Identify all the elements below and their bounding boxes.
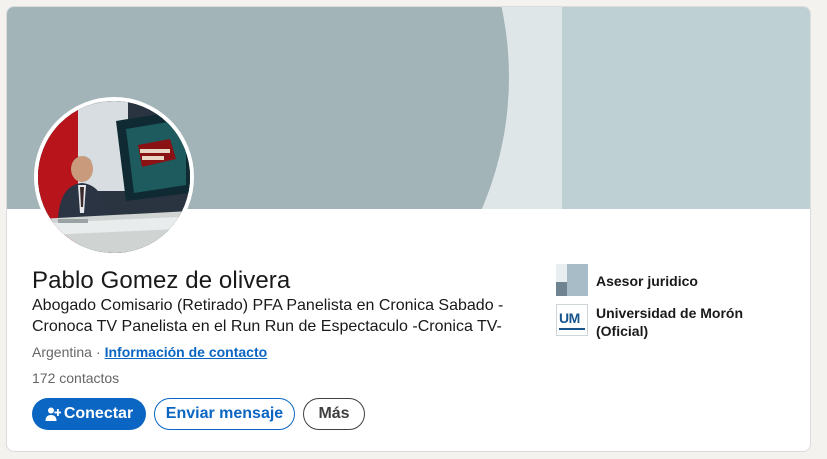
connections-count[interactable]: 172 contactos — [32, 370, 119, 386]
position-title: Asesor juridico — [596, 273, 698, 289]
separator-dot: · — [95, 344, 101, 360]
connect-button[interactable]: Conectar — [32, 398, 146, 430]
current-position[interactable]: Asesor juridico — [556, 264, 698, 296]
add-person-icon — [45, 406, 62, 422]
headline-line: Cronoca TV Panelista en el Run Run de Es… — [32, 318, 502, 335]
profile-name: Pablo Gomez de olivera — [32, 267, 291, 294]
university-logo: UM — [556, 304, 588, 336]
company-logo — [556, 264, 588, 296]
avatar-photo — [38, 101, 190, 253]
school-name-line: Universidad de Morón — [596, 305, 744, 321]
school-name-line: (Oficial) — [596, 323, 649, 339]
profile-headline: Abogado Comisario (Retirado) PFA Panelis… — [32, 295, 512, 337]
contact-info-link[interactable]: Información de contacto — [105, 344, 268, 360]
more-label: Más — [318, 405, 350, 422]
location-row: Argentina · Información de contacto — [32, 344, 267, 360]
message-label: Enviar mensaje — [165, 405, 284, 422]
location-text: Argentina — [32, 344, 92, 360]
more-actions-button[interactable]: Más — [303, 398, 365, 430]
education-item[interactable]: UM Universidad de Morón (Oficial) — [556, 304, 743, 340]
school-name: Universidad de Morón (Oficial) — [596, 304, 743, 340]
profile-card: Pablo Gomez de olivera Abogado Comisario… — [6, 6, 811, 452]
profile-avatar[interactable] — [34, 97, 194, 257]
headline-line: Abogado Comisario (Retirado) PFA Panelis… — [32, 297, 504, 314]
connect-label: Conectar — [63, 405, 134, 422]
university-logo-text: UM — [559, 310, 580, 326]
banner-right-panel — [562, 7, 810, 209]
send-message-button[interactable]: Enviar mensaje — [154, 398, 295, 430]
